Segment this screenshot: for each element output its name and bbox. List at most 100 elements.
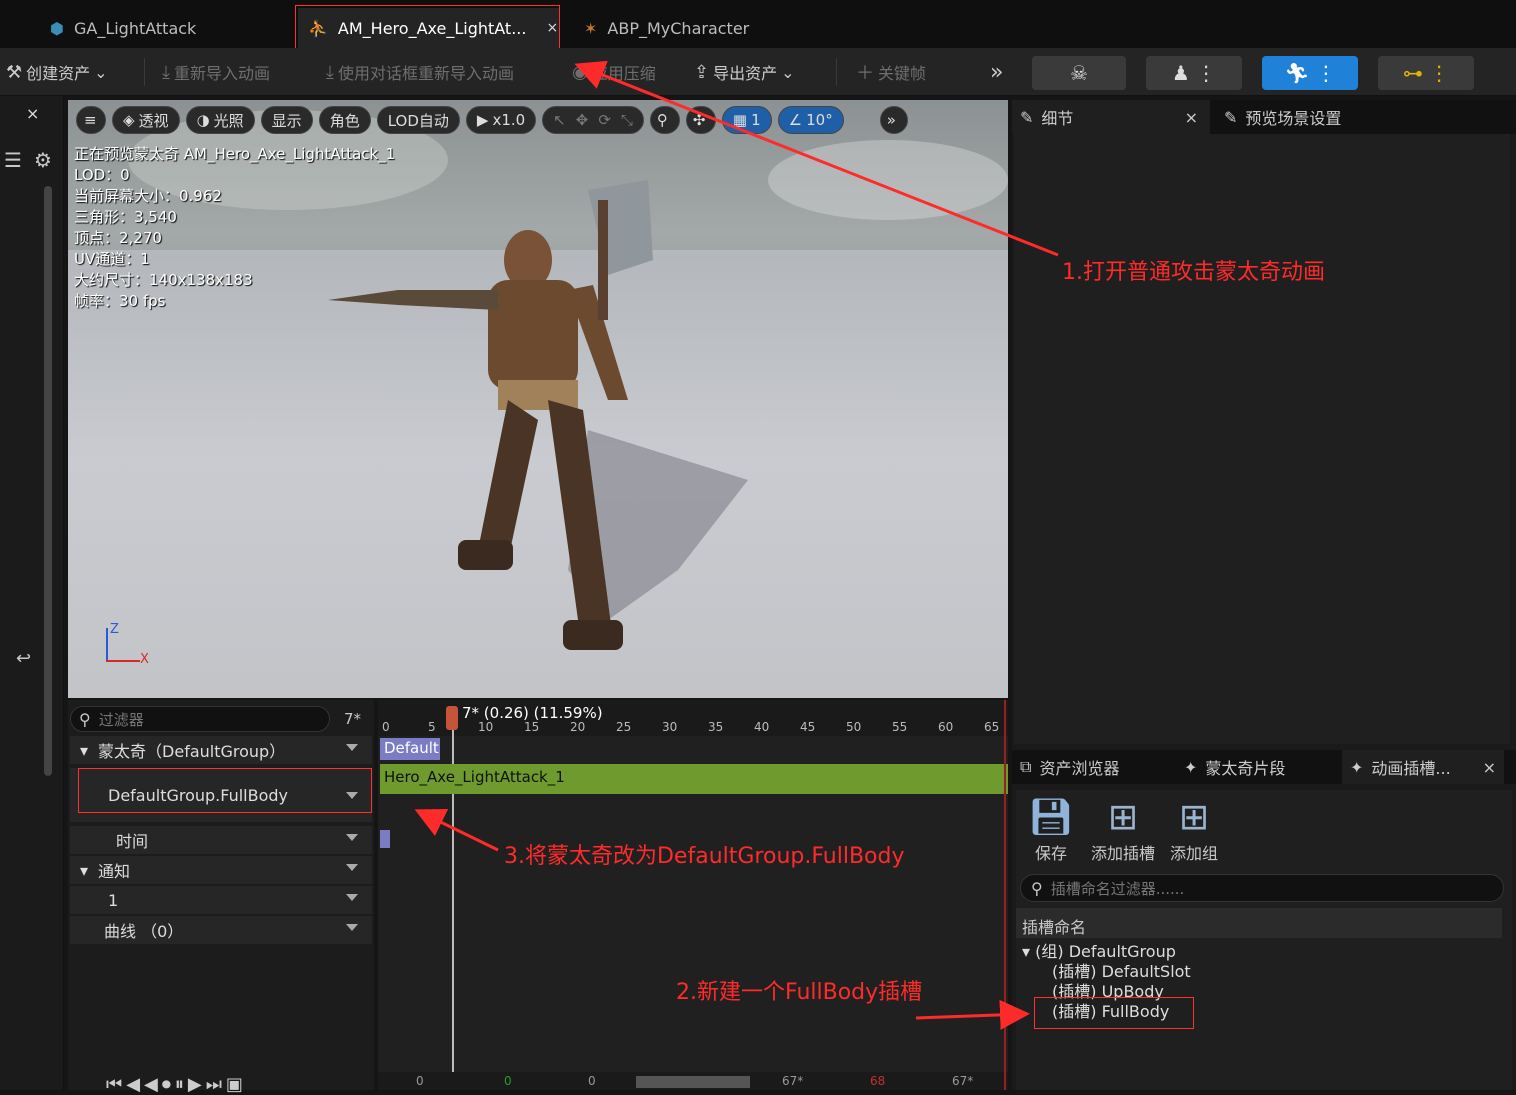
tab-montage-sections[interactable]: ✦ 蒙太奇片段 xyxy=(1176,750,1293,784)
overflow-chevron-icon[interactable]: » xyxy=(990,48,1003,96)
timeline-ruler: 0 5 10 15 20 25 30 35 40 45 50 55 60 65 … xyxy=(378,700,1008,736)
timeline-bottom-bar: 0 0 0 67* 68 67* xyxy=(378,1072,1008,1090)
character-button[interactable]: 角色 xyxy=(318,106,371,134)
play-icon: ▶ xyxy=(476,111,489,129)
create-asset-button[interactable]: ⚒ 创建资产 ⌄ xyxy=(6,48,108,96)
ruler-tick: 35 xyxy=(708,720,724,734)
viewport[interactable]: ≡ ◈ 透视 ◑ 光照 显示 角色 LOD自动 ▶ x1.0 ↖ ✥ ⟳ ⤡ ⚲ ✣ ▦ 1 … xyxy=(68,100,1008,698)
dropdown-arrow-icon[interactable] xyxy=(346,924,358,931)
ruler-tick: 20 xyxy=(570,720,586,734)
ruler-tick: 30 xyxy=(662,720,678,734)
skeleton-mode-button[interactable]: ☠ xyxy=(1032,56,1126,90)
highlight-box-slot-row xyxy=(78,768,372,813)
ruler-tick: 0 xyxy=(382,720,390,734)
add-group-button[interactable]: ⊞ 添加组 xyxy=(1166,796,1222,864)
perspective-button[interactable]: ◈ 透视 xyxy=(112,106,180,134)
track-filter-input[interactable]: ⚲ 过滤器 xyxy=(70,706,330,732)
stat-line: 帧率：30 fps xyxy=(74,292,166,310)
folder-icon: ⧉ xyxy=(1020,757,1032,776)
stat-line: 当前屏幕大小：0.962 xyxy=(74,187,222,205)
section-marker[interactable]: Default xyxy=(380,738,440,760)
tab-ga-lightattack[interactable]: ⬢ GA_LightAttack xyxy=(50,8,196,48)
divider xyxy=(144,58,145,86)
transform-tools[interactable]: ↖ ✥ ⟳ ⤡ xyxy=(542,106,644,134)
dropdown-arrow-icon[interactable] xyxy=(346,864,358,871)
details-tabs: ✎ 细节 × ✎ 预览场景设置 xyxy=(1012,100,1516,134)
close-icon[interactable]: × xyxy=(1483,758,1496,777)
show-button[interactable]: 显示 xyxy=(260,106,313,134)
ruler-tick: 45 xyxy=(800,720,816,734)
add-slot-button[interactable]: ⊞ 添加插槽 xyxy=(1088,796,1158,864)
ruler-tick: 10 xyxy=(478,720,494,734)
slot-filter-input[interactable]: ⚲ 插槽命名过滤器...... xyxy=(1020,874,1504,902)
timeline-graph[interactable]: 0 5 10 15 20 25 30 35 40 45 50 55 60 65 … xyxy=(378,700,1008,1090)
timeline-tracks-panel: ⚲ 过滤器 7* ▾ 蒙太奇（DefaultGroup） DefaultGrou… xyxy=(68,700,374,1095)
dropdown-arrow-icon[interactable] xyxy=(346,834,358,841)
dropdown-arrow-icon[interactable] xyxy=(346,744,358,751)
tab-label: GA_LightAttack xyxy=(73,18,197,38)
close-icon[interactable]: × xyxy=(26,104,39,123)
tab-anim-slots[interactable]: ✦ 动画插槽... × xyxy=(1342,750,1504,784)
undo-icon[interactable]: ↩ xyxy=(16,648,31,669)
annotation-step-2: 2.新建一个FullBody插槽 xyxy=(676,980,923,1005)
cube-icon: ◈ xyxy=(123,111,135,129)
slot-icon: ✦ xyxy=(1350,757,1364,777)
stat-line: 顶点：2,270 xyxy=(74,229,162,247)
timeline-scrollbar[interactable] xyxy=(636,1076,750,1088)
slot-group-row[interactable]: ▾ (组) DefaultGroup xyxy=(1022,942,1176,962)
tab-preview-scene-settings[interactable]: ✎ 预览场景设置 xyxy=(1216,100,1349,134)
slot-row[interactable]: (插槽) DefaultSlot xyxy=(1052,962,1191,982)
angle-snap-button[interactable]: ∠ 10° xyxy=(777,106,844,134)
mesh-mode-button[interactable]: ♟ ⋮ xyxy=(1146,56,1242,90)
scrollbar[interactable] xyxy=(44,186,52,776)
animation-mode-button[interactable]: 🏃︎ ⋮ xyxy=(1262,56,1358,90)
list-icon[interactable]: ☰ xyxy=(4,148,22,172)
grid-snap-button[interactable]: ▦ 1 xyxy=(721,106,772,134)
grid-icon: ▦ xyxy=(732,111,748,129)
apply-compression-button[interactable]: ◉ 应用压缩 xyxy=(572,48,656,96)
playhead-handle[interactable] xyxy=(446,706,458,730)
viewport-menu-button[interactable]: ≡ xyxy=(76,106,106,134)
lod-button[interactable]: LOD自动 xyxy=(376,106,460,134)
viewport-stats: 正在预览蒙太奇 AM_Hero_Axe_LightAttack_1 LOD：0 … xyxy=(74,144,395,312)
skeleton-icon: ☠ xyxy=(1070,61,1088,85)
notify-track-row[interactable]: 1 xyxy=(70,886,372,914)
reimport-dialog-button[interactable]: ⤓ 使用对话框重新导入动画 xyxy=(326,48,514,96)
ruler-tick: 65 xyxy=(984,720,1000,734)
blueprint-mode-button[interactable]: ⊶ ⋮ xyxy=(1378,56,1474,90)
curves-row[interactable]: 曲线 （0） xyxy=(70,916,372,944)
save-button[interactable]: 💾︎ 保存 xyxy=(1026,796,1076,864)
play-speed-button[interactable]: ▶ x1.0 xyxy=(465,106,537,134)
time-row[interactable]: 时间 xyxy=(70,826,372,854)
tab-bar: ⬢ GA_LightAttack ⛹ AM_Hero_Axe_LightAt..… xyxy=(0,0,1516,48)
details-panel: ✎ 细节 × ✎ 预览场景设置 ⧉ 资产浏览器 ✦ 蒙太奇片段 ✦ 动画插槽..… xyxy=(1012,100,1516,1090)
notify-row[interactable]: ▾ 通知 xyxy=(70,856,372,884)
viewport-toolbar: ≡ ◈ 透视 ◑ 光照 显示 角色 LOD自动 ▶ x1.0 ↖ ✥ ⟳ ⤡ ⚲ ✣ ▦ 1 … xyxy=(68,100,1008,140)
running-man-icon: 🏃︎ ⋮ xyxy=(1284,61,1336,85)
stat-line: 三角形：3,540 xyxy=(74,208,177,226)
save-icon: 💾︎ xyxy=(1028,797,1074,838)
gameplay-ability-icon: ⬢ xyxy=(50,18,64,38)
close-icon[interactable]: × xyxy=(1185,108,1198,127)
transport-controls[interactable]: ⏮◀◀⏺⏸▶⏭▣ xyxy=(106,1074,247,1095)
surface-snap-button[interactable]: ✣ xyxy=(685,106,716,134)
tab-asset-browser[interactable]: ⧉ 资产浏览器 xyxy=(1012,750,1127,784)
end-marker xyxy=(1004,700,1006,1090)
move-icon: ✥ xyxy=(575,111,589,129)
keyframe-button[interactable]: ＋ 关键帧 xyxy=(856,48,926,96)
gear-icon[interactable]: ⚙ xyxy=(34,148,52,172)
export-asset-button[interactable]: ⇪ 导出资产 ⌄ xyxy=(694,48,795,96)
dropdown-arrow-icon[interactable] xyxy=(346,894,358,901)
ruler-tick: 55 xyxy=(892,720,908,734)
tab-details[interactable]: ✎ 细节 × xyxy=(1012,100,1210,134)
viewport-overflow-button[interactable]: » xyxy=(879,106,908,134)
local-space-button[interactable]: ⚲ xyxy=(649,106,680,134)
montage-segment[interactable]: Hero_Axe_LightAttack_1 xyxy=(380,764,1008,794)
anim-slot-manager: 💾︎ 保存 ⊞ 添加插槽 ⊞ 添加组 ⚲ 插槽命名过滤器...... 插槽命名 … xyxy=(1016,790,1512,1090)
frame-field[interactable]: 7* xyxy=(344,710,361,728)
reimport-button[interactable]: ⤓ 重新导入动画 xyxy=(162,48,270,96)
lighting-button[interactable]: ◑ 光照 xyxy=(185,106,255,134)
montage-row[interactable]: ▾ 蒙太奇（DefaultGroup） xyxy=(70,736,372,764)
plus-icon: ＋ xyxy=(856,63,874,84)
tab-abp-mycharacter[interactable]: ✶ ABP_MyCharacter xyxy=(584,8,749,48)
